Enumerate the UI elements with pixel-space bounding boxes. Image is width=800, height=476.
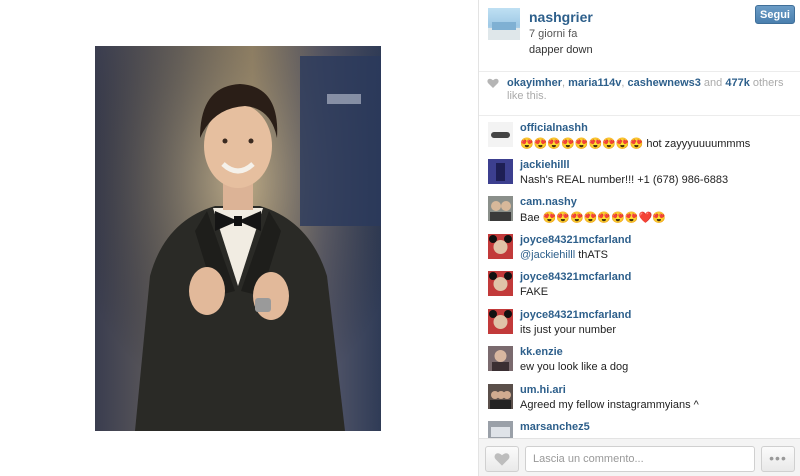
comment-item: joyce84321mcfarland @jackiehilll thATS [479,234,800,271]
comment-text: 😍😍😍😍😍😍😍😍😍 hot zayyyuuuummms [520,138,751,150]
commenter-avatar[interactable] [488,384,513,409]
commenter-avatar[interactable] [488,421,513,438]
comment-item: um.hi.ari Agreed my fellow instagrammyia… [479,384,800,421]
comment-item: marsanchez5 [479,421,800,438]
more-options-button[interactable]: ••• [761,446,795,472]
comment-item: cam.nashy Bae 😍😍😍😍😍😍😍❤️😍 [479,196,800,233]
comment-text: Bae 😍😍😍😍😍😍😍❤️😍 [520,212,666,224]
liker-username[interactable]: cashewnews3 [628,77,701,89]
photo-area [0,0,478,476]
post-photo-image [95,46,381,431]
comment-text: ew you look like a dog [520,361,629,373]
liker-username[interactable]: maria114v [568,77,621,89]
comment-mention[interactable]: @jackiehilll [520,249,575,261]
owner-username[interactable]: nashgrier [529,9,593,25]
comment-username[interactable]: joyce84321mcfarland [520,309,631,321]
comment-username[interactable]: cam.nashy [520,196,577,208]
heart-icon [487,78,499,88]
comment-username[interactable]: jackiehilll [520,159,570,171]
comment-item: joyce84321mcfarland its just your number [479,309,800,346]
commenter-avatar[interactable] [488,122,513,147]
comment-text: @jackiehilll thATS [520,249,608,261]
commenter-avatar[interactable] [488,234,513,259]
comment-username[interactable]: kk.enzie [520,346,563,358]
comment-input[interactable] [525,446,755,472]
comment-username[interactable]: joyce84321mcfarland [520,271,631,283]
liker-username[interactable]: okayimher [507,77,562,89]
follow-button[interactable]: Segui [755,5,795,24]
owner-avatar-image [488,22,520,40]
comment-username[interactable]: marsanchez5 [520,421,590,433]
comment-item: jackiehilll Nash's REAL number!!! +1 (67… [479,159,800,196]
comment-username[interactable]: joyce84321mcfarland [520,234,631,246]
comment-username[interactable]: officialnashh [520,122,588,134]
comment-item: kk.enzie ew you look like a dog [479,346,800,383]
commenter-avatar[interactable] [488,196,513,221]
likes-summary: okayimher, maria114v, cashewnews3 and 47… [507,77,784,102]
likes-count[interactable]: 477k [725,77,749,89]
post-header: nashgrier 7 giorni fa dapper down Segui [479,0,800,72]
commenter-avatar[interactable] [488,271,513,296]
owner-avatar[interactable] [488,8,520,40]
post-caption: dapper down [529,44,593,56]
post-sidebar: nashgrier 7 giorni fa dapper down Segui … [478,0,800,476]
commenter-avatar[interactable] [488,346,513,371]
like-button[interactable] [485,446,519,472]
commenter-avatar[interactable] [488,309,513,334]
comment-item: officialnashh 😍😍😍😍😍😍😍😍😍 hot zayyyuuuummm… [479,122,800,159]
comment-text: Agreed my fellow instagrammyians ^ [520,399,699,411]
comment-text: its just your number [520,324,616,336]
likes-row: okayimher, maria114v, cashewnews3 and 47… [479,72,800,116]
comment-list[interactable]: officialnashh 😍😍😍😍😍😍😍😍😍 hot zayyyuuuummm… [479,116,800,438]
comment-bar: ••• [479,438,800,476]
commenter-avatar[interactable] [488,159,513,184]
heart-icon [494,453,510,466]
comment-text: Nash's REAL number!!! +1 (678) 986-6883 [520,174,729,186]
comment-username[interactable]: um.hi.ari [520,384,566,396]
comment-item: joyce84321mcfarland FAKE [479,271,800,308]
comment-text: FAKE [520,286,549,298]
post-photo[interactable] [95,46,381,431]
post-timestamp: 7 giorni fa [529,28,578,40]
